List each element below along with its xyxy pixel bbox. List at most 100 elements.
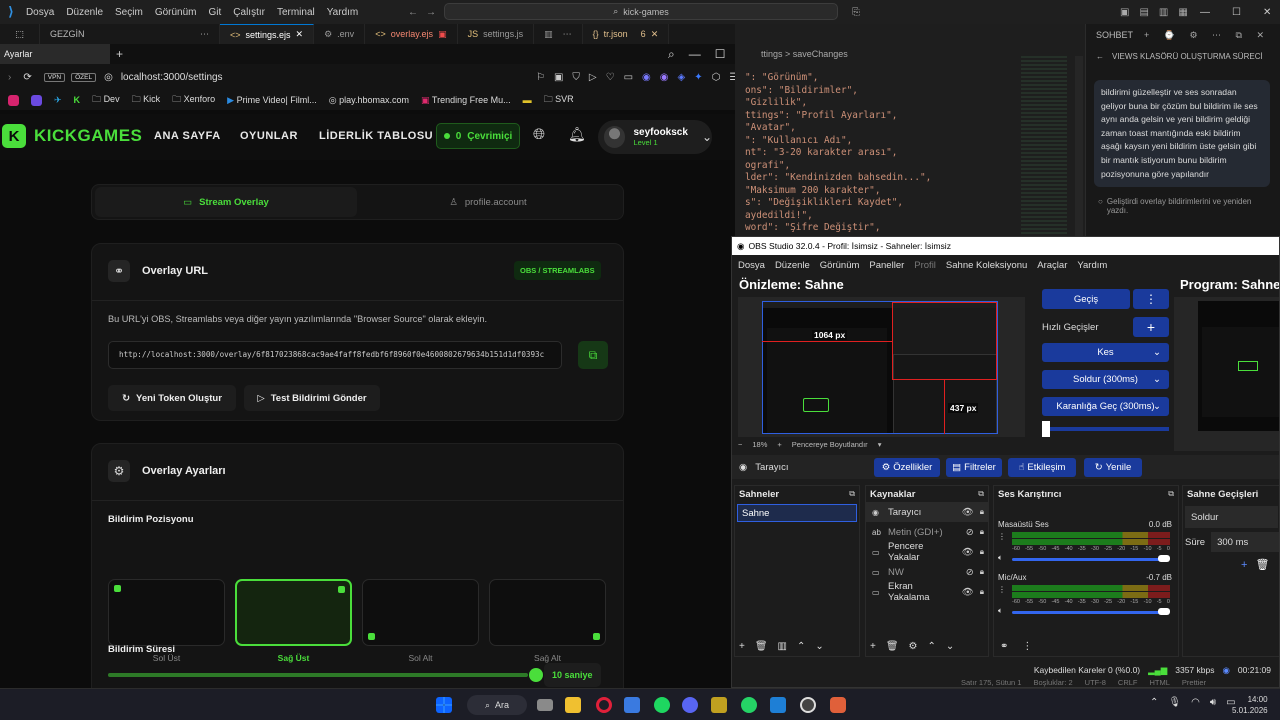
lock-icon[interactable]: 🔒︎ [980,507,984,517]
bookmark-hbo[interactable]: ◎ play.hbomax.com [329,95,409,106]
private-badge[interactable]: ÖZEL [71,72,97,82]
menu-item[interactable]: Seçim [115,7,143,18]
vpn-badge[interactable]: VPN [43,72,66,82]
nav-forward-icon[interactable]: → [426,7,436,18]
wifi-icon[interactable]: ◠ [1191,697,1200,708]
volume-slider-thumb[interactable] [1158,555,1170,562]
instagram-icon[interactable] [8,94,19,106]
obs-menu-item[interactable]: Düzenle [775,260,810,271]
visibility-icon[interactable]: 👁︎ [962,547,974,558]
panel-toggle-icon[interactable]: ▤ [1139,7,1148,18]
bookmark-folder-icon[interactable]: ▬ [523,95,532,105]
refresh-button[interactable]: ↻ Yenile [1084,457,1142,477]
obs-icon[interactable] [800,697,816,713]
speaker-icon[interactable]: 🔈︎ [998,553,1003,563]
search-box[interactable]: ⌕ Ara [467,695,527,715]
menu-icon[interactable]: ☰ [729,72,735,83]
bookmark-dev[interactable]: 🗀 Dev [92,92,120,108]
preview-canvas[interactable]: 1064 px 437 px [738,297,1025,437]
visibility-icon[interactable]: 👁︎ [962,587,974,598]
obs-menu-item[interactable]: Dosya [738,260,765,271]
position-option[interactable] [362,579,479,646]
command-search[interactable]: ⌕ kick-games [444,3,838,20]
nav-leaderboard[interactable]: LİDERLİK TABLOSU [319,130,433,142]
shield-icon[interactable]: ⛉ [572,72,580,83]
discord-icon[interactable] [682,697,698,713]
source-item[interactable]: ▭ Ekran Yakalama 👁︎ 🔒︎ [866,581,988,603]
down-icon[interactable]: ⌄ [946,641,954,652]
maximize-icon[interactable]: ☐ [1232,7,1241,18]
minimize-icon[interactable]: — [1200,7,1210,18]
bookmark-xenforo[interactable]: 🗀 Xenforo [172,92,215,108]
play-icon[interactable]: ▷ [589,72,597,83]
obs-menu-item[interactable]: Sahne Koleksiyonu [946,260,1027,271]
trash-icon[interactable]: 🗑︎ [886,641,899,652]
fit-window-button[interactable]: Pencereye Boyutlandır [792,440,868,449]
tab-settings-ejs[interactable]: <> settings.ejs ✕ [220,24,315,44]
duration-input[interactable]: 300 ms [1211,532,1279,552]
duration-slider-track[interactable] [108,673,528,677]
language-globe-icon[interactable]: 🌐︎ [533,126,545,143]
menu-item[interactable]: Git [209,7,222,18]
menu-icon[interactable]: ⋮ [998,532,1006,541]
trash-icon[interactable]: 🗑︎ [1255,558,1269,571]
extension-icon[interactable]: ◉ [642,72,651,83]
nav-home[interactable]: ANA SAYFA [154,130,221,142]
filters-button[interactable]: ▤ Filtreler [946,457,1002,477]
lock-icon[interactable]: 🔒︎ [980,527,984,537]
bookmark-icon[interactable]: ⚐ [536,72,545,83]
scrollbar[interactable] [1075,56,1083,236]
bookmark-prime[interactable]: ▶ Prime Video| Filml... [227,95,317,106]
visibility-icon[interactable]: ⊘ [966,527,974,538]
bookmark-trending[interactable]: ▣ Trending Free Mu... [421,95,511,106]
opera-icon[interactable] [596,697,612,713]
clock[interactable]: 14:00 5.01.2026 [1232,694,1268,716]
app-icon[interactable] [711,697,727,713]
vscode-icon[interactable] [770,697,786,713]
properties-button[interactable]: ⚙ Özellikler [874,457,940,477]
volume-slider[interactable] [1012,558,1164,561]
menu-item[interactable]: Terminal [277,7,315,18]
extension-icon[interactable]: ◉ [660,72,669,83]
position-option[interactable] [108,579,225,646]
obs-menu-item[interactable]: Paneller [869,260,904,271]
add-icon[interactable]: + [1241,559,1247,571]
add-icon[interactable]: + [739,641,745,652]
up-icon[interactable]: ⌃ [797,641,805,652]
zoom-in-icon[interactable]: + [777,440,781,449]
overlay-url-field[interactable]: http://localhost:3000/overlay/6f81702386… [108,341,562,369]
add-transition-button[interactable]: + [1133,317,1169,337]
puzzle-icon[interactable]: ✦ [694,72,702,83]
visibility-icon[interactable]: ⊘ [966,567,974,578]
bookmark-svr[interactable]: 🗀 SVR [544,92,574,108]
tab-stream-overlay[interactable]: ▭ Stream Overlay [95,187,357,217]
transition-black[interactable]: Karanlığa Geç (300ms) ⌄ [1042,397,1169,416]
lock-icon[interactable]: 🔒︎ [980,547,984,557]
menu-item[interactable]: Görünüm [155,7,197,18]
transition-select[interactable]: Soldur [1185,506,1278,528]
obs-menu-item[interactable]: Araçlar [1037,260,1067,271]
link-icon[interactable]: ⚭ [1000,641,1008,652]
t-bar-handle[interactable] [1042,421,1050,437]
sidebar-toggle-icon[interactable]: ▥ [1159,7,1168,18]
t-bar[interactable] [1042,427,1169,431]
source-item[interactable]: ◉ Tarayıcı 👁︎ 🔒︎ [866,502,988,522]
kick-icon[interactable]: K [74,95,81,105]
selection-box[interactable] [892,302,997,380]
transition-fade[interactable]: Soldur (300ms) ⌄ [1042,370,1169,389]
site-logo[interactable]: K KICKGAMES [2,124,142,148]
back-icon[interactable]: ← [1096,52,1104,61]
wallet-icon[interactable]: ▭ [624,72,633,83]
obs-menu-item[interactable]: Profil [914,260,936,271]
chat-toolbar[interactable]: + ⌚ ⚙ ⋯ ⧉ ✕ [1144,30,1270,41]
position-option[interactable] [489,579,606,646]
zoom-out-icon[interactable]: − [738,440,742,449]
browser-tab[interactable]: Ayarlar [0,44,110,64]
menu-icon[interactable]: ⋮ [1022,641,1032,652]
layout-toggle-icon[interactable]: ▣ [1120,7,1129,18]
add-icon[interactable]: + [870,641,876,652]
lock-icon[interactable]: 🔒︎ [980,567,984,577]
explorer-icon[interactable]: ⬚ [0,24,40,44]
whatsapp-icon[interactable] [741,697,757,713]
close-icon[interactable]: ✕ [1263,7,1271,18]
